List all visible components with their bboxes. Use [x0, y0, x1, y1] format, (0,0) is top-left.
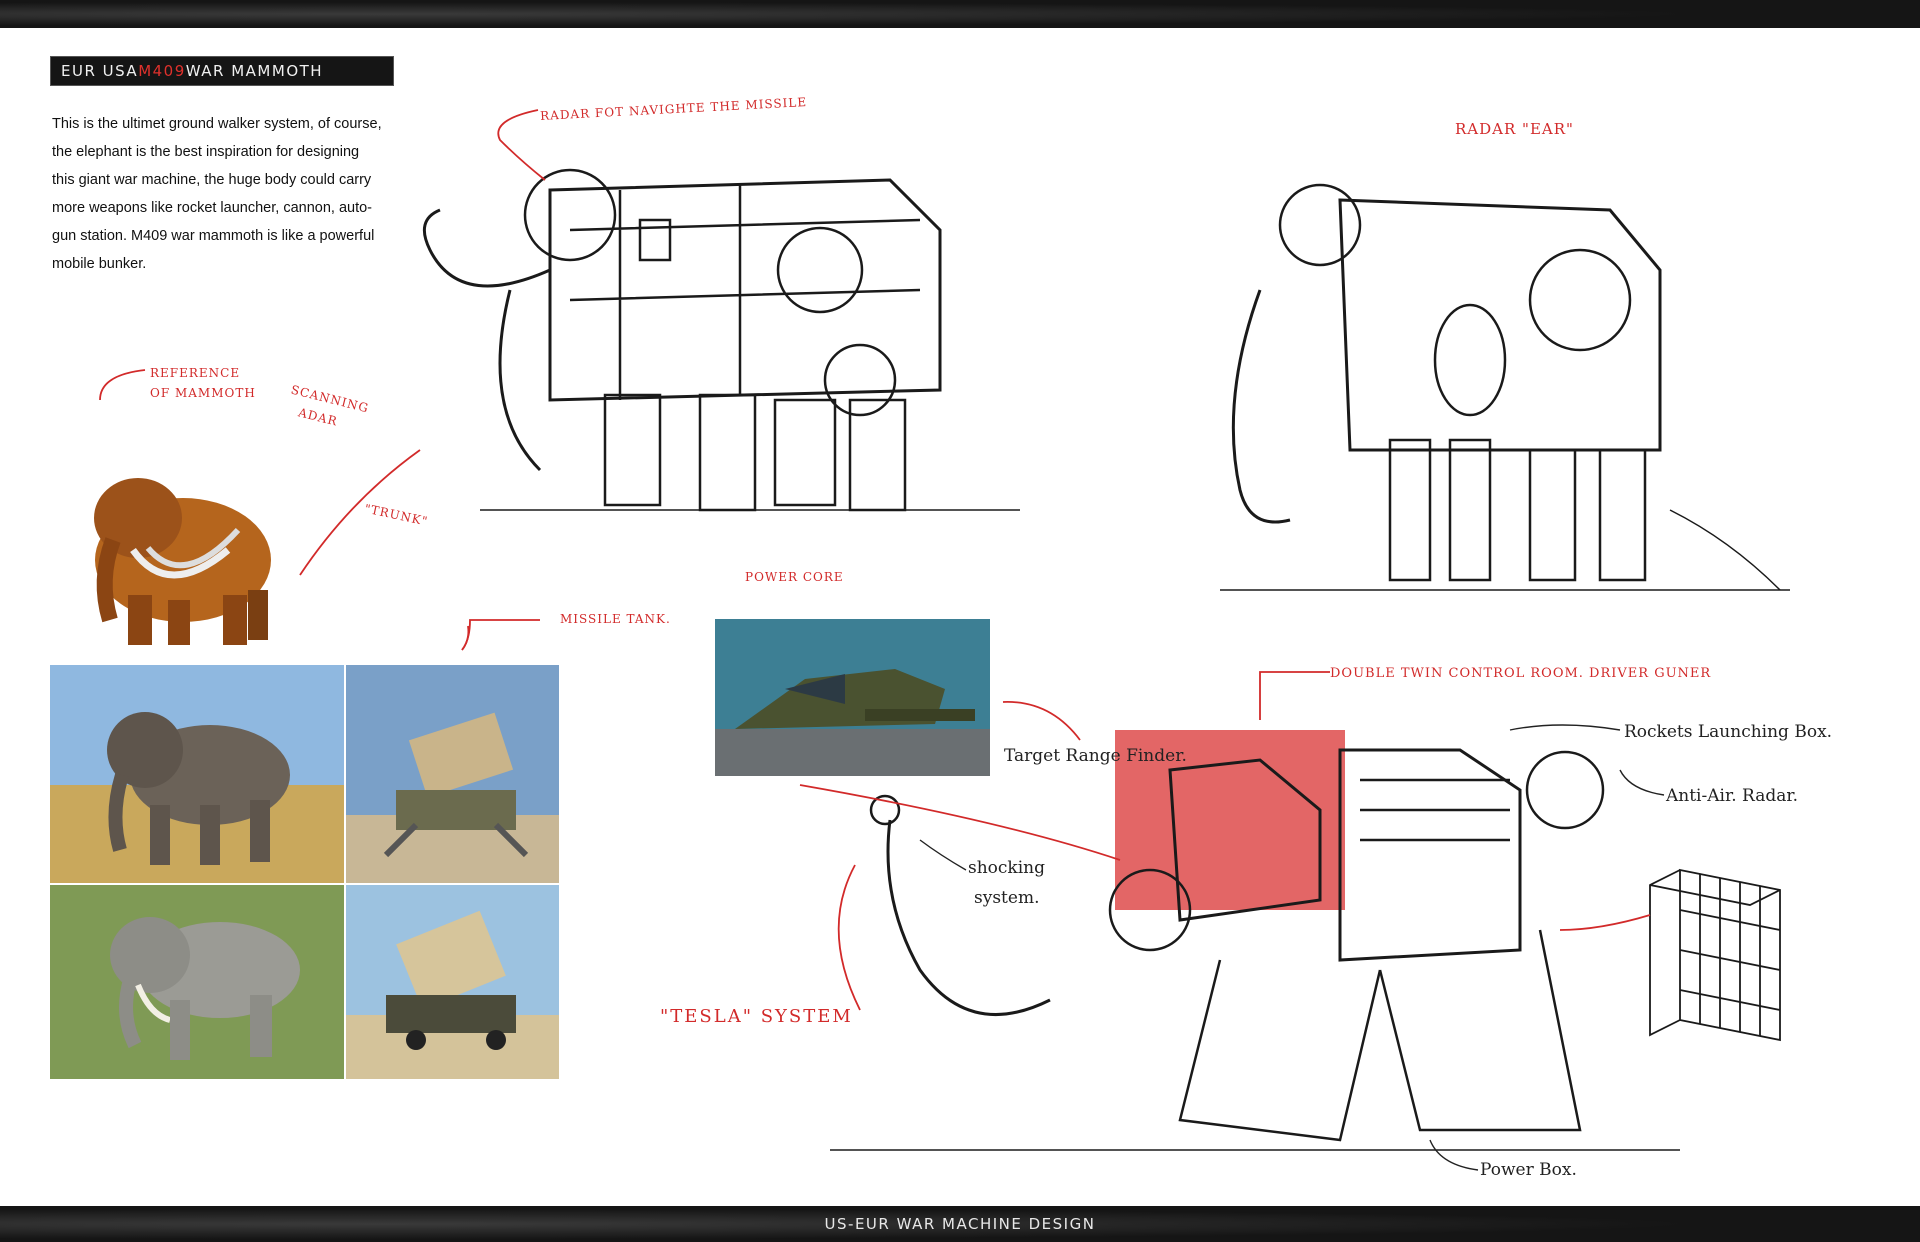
missile-launcher-photo-2: [346, 885, 559, 1079]
note-missile-tank: MISSILE TANK.: [560, 612, 671, 626]
bottom-banner: US-EUR WAR MACHINE DESIGN: [0, 1206, 1920, 1242]
note-shocking-line1: shocking: [968, 858, 1045, 878]
intro-paragraph: This is the ultimet ground walker system…: [52, 116, 382, 272]
note-power-core: POWER CORE: [745, 570, 844, 584]
note-anti-air: Anti-Air. Radar.: [1666, 786, 1799, 806]
missile-launcher-photo-1: [346, 665, 559, 883]
note-tesla: "TESLA" SYSTEM: [660, 1006, 853, 1027]
note-rockets-box: Rockets Launching Box.: [1624, 722, 1833, 742]
elephant-photo-1: [50, 665, 344, 883]
note-radar-ear: RADAR "EAR": [1455, 120, 1574, 138]
footer-title: US-EUR WAR MACHINE DESIGN: [824, 1215, 1096, 1233]
note-radar-missile: RADAR FOT NAVIGHTE THE MISSILE: [539, 95, 808, 123]
note-reference-line2: OF MAMMOTH: [150, 386, 256, 400]
note-target-range: Target Range Finder.: [1004, 746, 1187, 766]
sketch-war-mammoth-detailed: [820, 700, 1720, 1180]
module-technical-drawing: [1630, 850, 1800, 1060]
note-control-room: DOUBLE TWIN CONTROL ROOM. DRIVER GUNER: [1330, 666, 1712, 681]
note-reference-line1: REFERENCE: [150, 366, 241, 380]
title-accent: M409: [138, 62, 186, 80]
elephant-photo-2: [50, 885, 344, 1079]
note-shocking-line2: system.: [974, 888, 1040, 908]
sketch-war-mammoth-side: [420, 150, 1060, 550]
page-title: EUR USA M409 WAR MAMMOTH: [50, 56, 394, 86]
mammoth-reference-image: [58, 430, 298, 652]
title-prefix: EUR USA: [61, 62, 139, 80]
sketch-war-mammoth-skeleton: [1190, 150, 1830, 620]
top-banner: [0, 0, 1920, 28]
note-scanning-line2: ADAR: [296, 405, 340, 429]
title-suffix: WAR MAMMOTH: [185, 62, 324, 80]
note-power-box: Power Box.: [1480, 1160, 1577, 1180]
